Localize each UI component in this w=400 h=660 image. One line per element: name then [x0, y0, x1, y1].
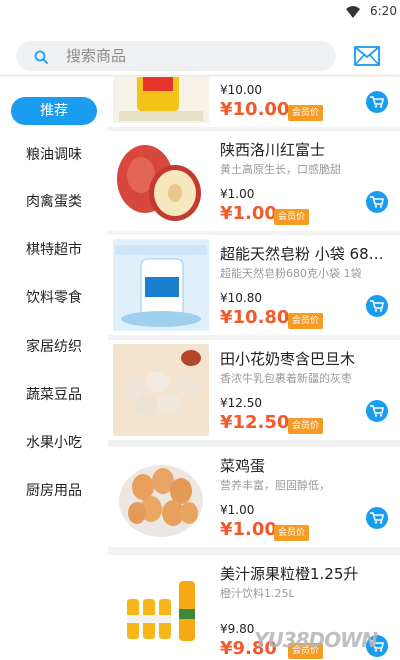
add-to-cart-button[interactable]: [366, 191, 388, 213]
add-to-cart-button[interactable]: [366, 91, 388, 113]
member-price-badge: 会员价: [274, 525, 310, 541]
member-price: ¥10.80: [220, 307, 290, 328]
product-price: ¥9.80: [220, 622, 255, 636]
category-label: 粮油调味: [26, 147, 82, 163]
product-image: [113, 559, 209, 651]
add-to-cart-button[interactable]: [366, 507, 388, 529]
product-image: [113, 77, 209, 123]
cart-icon: [370, 196, 384, 208]
category-label: 家居纺织: [26, 339, 82, 355]
status-time: 6:20: [370, 4, 397, 18]
category-item-fruit-snacks[interactable]: 水果小吃: [0, 425, 108, 461]
product-description: 超能天然皂粉680克小袋 1袋: [220, 267, 362, 280]
product-card[interactable]: 田小花奶枣含巴旦木 香浓牛乳包裹着新疆的灰枣 ¥12.50 ¥12.50 会员价: [108, 340, 400, 440]
add-to-cart-button[interactable]: [366, 400, 388, 422]
member-price: ¥10.00: [220, 99, 290, 120]
search-icon: [34, 50, 48, 64]
category-label: 推荐: [11, 97, 97, 125]
member-price-badge: 会员价: [288, 313, 324, 329]
category-item-grain-oil[interactable]: 粮油调味: [0, 137, 108, 173]
member-price: ¥12.50: [220, 412, 290, 433]
category-item-meat-egg[interactable]: 肉禽蛋类: [0, 184, 108, 220]
search-input[interactable]: [66, 41, 326, 71]
member-price-badge: 会员价: [288, 105, 324, 121]
cart-icon: [370, 405, 384, 417]
category-item-drinks-snacks[interactable]: 饮料零食: [0, 280, 108, 316]
product-card[interactable]: ¥10.00 ¥10.00 会员价: [108, 77, 400, 127]
wifi-icon: [346, 6, 360, 18]
cart-icon: [370, 96, 384, 108]
product-image: [113, 451, 209, 543]
member-price-badge: 会员价: [274, 209, 310, 225]
category-label: 蔬菜豆品: [26, 387, 82, 403]
product-price: ¥10.00: [220, 83, 262, 97]
product-card[interactable]: 菜鸡蛋 营养丰富，胆固醇低， ¥1.00 ¥1.00 会员价: [108, 447, 400, 547]
category-item-kitchen[interactable]: 厨房用品: [0, 473, 108, 509]
category-label: 厨房用品: [26, 483, 82, 499]
product-description: 营养丰富，胆固醇低，: [220, 479, 330, 492]
product-image: [113, 239, 209, 331]
product-price: ¥1.00: [220, 503, 255, 517]
product-price: ¥1.00: [220, 187, 255, 201]
category-sidebar: 推荐 粮油调味 肉禽蛋类 棋特超市 饮料零食 家居纺织 蔬菜豆品 水果小吃 厨房…: [0, 77, 108, 660]
category-item-recommend[interactable]: 推荐: [0, 93, 108, 129]
watermark: YU38DOWN: [254, 628, 378, 652]
product-list: ¥10.00 ¥10.00 会员价 陕西洛川红富士 黄土高原生长，口感脆甜 ¥1…: [108, 77, 400, 660]
cart-icon: [370, 512, 384, 524]
product-name: 田小花奶枣含巴旦木: [220, 350, 356, 368]
category-label: 棋特超市: [26, 242, 82, 258]
member-price-badge: 会员价: [288, 418, 324, 434]
product-card[interactable]: 超能天然皂粉 小袋 680克 超能天然皂粉680克小袋 1袋 ¥10.80 ¥1…: [108, 235, 400, 335]
search-box[interactable]: [16, 41, 336, 71]
product-description: 黄土高原生长，口感脆甜: [220, 163, 341, 176]
category-item-home-textile[interactable]: 家居纺织: [0, 329, 108, 365]
product-price: ¥12.50: [220, 396, 262, 410]
category-label: 饮料零食: [26, 290, 82, 306]
product-name: 菜鸡蛋: [220, 457, 266, 475]
cart-icon: [370, 300, 384, 312]
member-price: ¥1.00: [220, 519, 277, 540]
category-label: 肉禽蛋类: [26, 194, 82, 210]
mail-icon[interactable]: [354, 46, 380, 66]
category-label: 水果小吃: [26, 435, 82, 451]
product-description: 香浓牛乳包裹着新疆的灰枣: [220, 372, 352, 385]
product-name: 超能天然皂粉 小袋 680克: [220, 245, 390, 263]
product-description: 橙汁饮料1.25L: [220, 587, 295, 600]
product-image: [113, 135, 209, 227]
status-bar: 6:20: [0, 0, 400, 24]
add-to-cart-button[interactable]: [366, 295, 388, 317]
category-item-supermarket[interactable]: 棋特超市: [0, 232, 108, 268]
category-item-vegetables[interactable]: 蔬菜豆品: [0, 377, 108, 413]
product-image: [113, 344, 209, 436]
member-price: ¥1.00: [220, 203, 277, 224]
product-name: 陕西洛川红富士: [220, 141, 326, 159]
product-card[interactable]: 陕西洛川红富士 黄土高原生长，口感脆甜 ¥1.00 ¥1.00 会员价: [108, 131, 400, 231]
product-price: ¥10.80: [220, 291, 262, 305]
top-bar: [0, 24, 400, 76]
product-name: 美汁源果粒橙1.25升: [220, 565, 359, 583]
